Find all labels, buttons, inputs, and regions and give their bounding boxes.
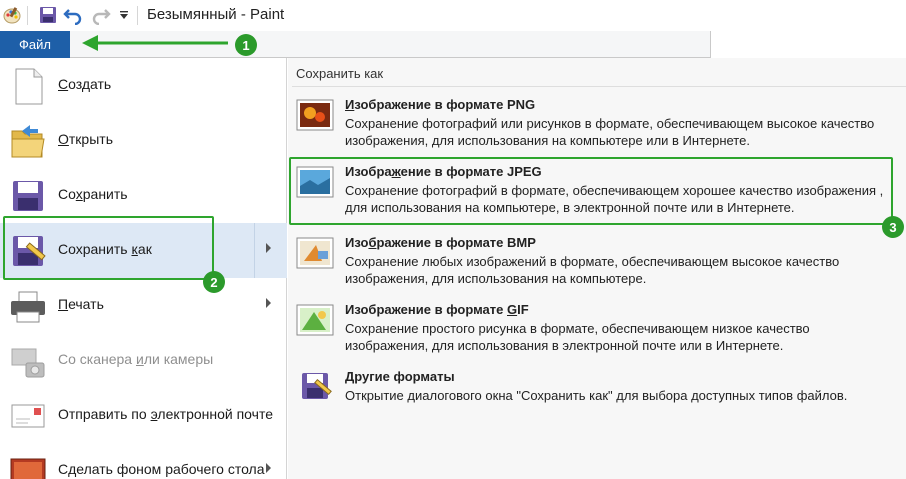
menu-item-label: Со сканера или камеры <box>58 351 214 367</box>
save-disk-icon <box>8 176 48 216</box>
format-title: Изображение в формате PNG <box>345 97 536 112</box>
menu-item-label: Отправить по электронной почте <box>58 406 273 422</box>
menu-item-label: Печать <box>58 296 104 312</box>
customize-dropdown-icon[interactable] <box>114 5 134 25</box>
printer-icon <box>8 286 48 326</box>
window-title: Безымянный - Paint <box>147 6 285 23</box>
menu-item-label: Открыть <box>58 131 113 147</box>
other-formats-icon <box>296 371 334 403</box>
format-description: Сохранение любых изображений в формате, … <box>345 254 840 286</box>
format-description: Открытие диалогового окна "Сохранить как… <box>345 388 848 403</box>
bmp-image-icon <box>296 237 334 269</box>
new-document-icon <box>8 66 48 106</box>
menu-item-print[interactable]: Печать <box>0 278 287 333</box>
menu-item-set-desktop-background[interactable]: Сделать фоном рабочего стола <box>0 443 287 479</box>
annotation-badge-1: 1 <box>235 34 257 56</box>
menu-item-from-scanner: Со сканера или камеры <box>0 333 287 388</box>
file-tab[interactable]: Файл <box>0 31 70 58</box>
submenu-arrow-icon[interactable] <box>266 298 271 308</box>
scanner-icon <box>8 341 48 381</box>
menu-item-label: Сделать фоном рабочего стола <box>58 461 265 477</box>
menu-item-send-email[interactable]: Отправить по электронной почте <box>0 388 287 443</box>
format-title: Изображение в формате BMP <box>345 235 536 250</box>
submenu-arrow-icon[interactable] <box>266 243 271 253</box>
format-description: Сохранение простого рисунка в формате, о… <box>345 321 810 353</box>
format-description: Сохранение фотографий или рисунков в фор… <box>345 116 875 148</box>
gif-image-icon <box>296 304 334 336</box>
save-as-panel-header: Сохранить как <box>296 66 384 81</box>
title-separator <box>27 6 28 25</box>
menu-item-open[interactable]: Открыть <box>0 113 287 168</box>
split-divider <box>254 223 255 278</box>
title-bar: Безымянный - Paint <box>0 0 906 31</box>
annotation-highlight-save-as <box>3 216 214 280</box>
menu-item-create[interactable]: Создать <box>0 58 287 113</box>
save-icon[interactable] <box>38 5 58 25</box>
header-divider <box>292 86 906 87</box>
png-image-icon <box>296 99 334 131</box>
redo-icon[interactable] <box>91 5 111 25</box>
format-item-bmp[interactable]: Изображение в формате BMP Сохранение люб… <box>290 231 906 299</box>
format-title: Другие форматы <box>345 369 455 384</box>
annotation-badge-2: 2 <box>203 271 225 293</box>
email-icon <box>8 396 48 436</box>
annotation-arrow <box>82 35 228 51</box>
menu-item-label: Сохранить <box>58 186 128 202</box>
undo-icon[interactable] <box>63 5 83 25</box>
paint-app-icon[interactable] <box>2 5 22 25</box>
submenu-arrow-icon[interactable] <box>266 463 271 473</box>
annotation-badge-3: 3 <box>882 216 904 238</box>
format-item-png[interactable]: Изображение в формате PNG Сохранение фот… <box>290 93 906 161</box>
menu-item-save[interactable]: Сохранить <box>0 168 287 223</box>
desktop-background-icon <box>8 451 48 479</box>
format-item-gif[interactable]: Изображение в формате GIF Сохранение про… <box>290 298 906 366</box>
annotation-highlight-jpeg <box>289 157 893 225</box>
menu-item-label: Создать <box>58 76 112 92</box>
open-folder-icon <box>8 121 48 161</box>
title-separator <box>137 6 138 25</box>
format-item-other-formats[interactable]: Другие форматы Открытие диалогового окна… <box>290 365 906 433</box>
format-title: Изображение в формате GIF <box>345 302 529 317</box>
